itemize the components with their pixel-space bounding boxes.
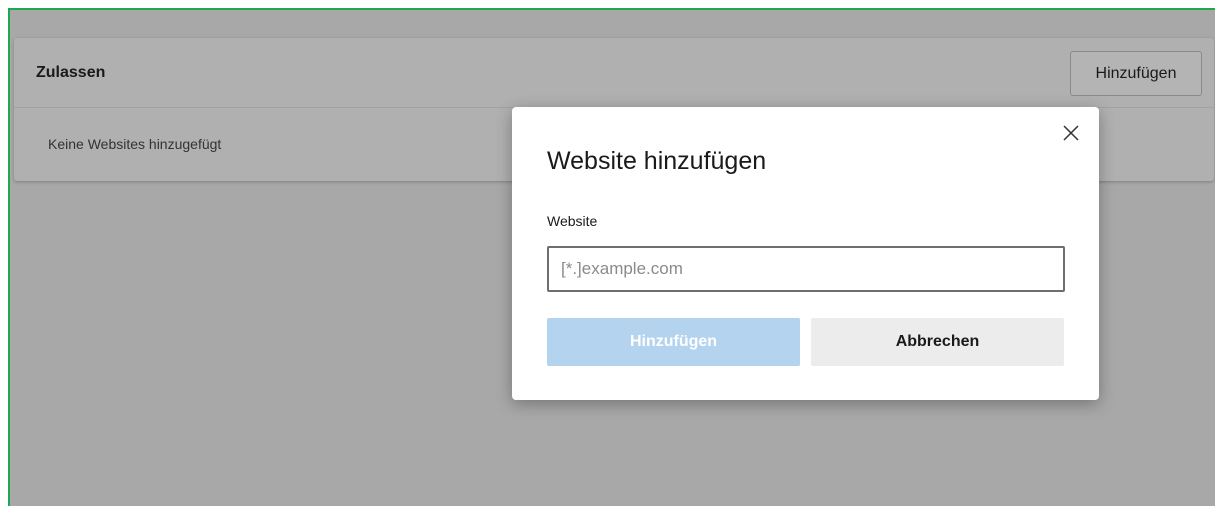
cancel-button[interactable]: Abbrechen	[811, 318, 1064, 366]
confirm-add-button[interactable]: Hinzufügen	[547, 318, 800, 366]
add-site-button[interactable]: Hinzufügen	[1070, 51, 1202, 96]
empty-list-text: Keine Websites hinzugefügt	[48, 136, 222, 152]
close-icon	[1063, 125, 1079, 141]
add-website-dialog: Website hinzufügen Website Hinzufügen Ab…	[512, 107, 1099, 400]
close-button[interactable]	[1057, 119, 1085, 147]
website-input[interactable]	[547, 246, 1065, 292]
page-top	[0, 0, 1215, 8]
allow-section-header: Zulassen Hinzufügen	[14, 38, 1214, 108]
allow-section-title: Zulassen	[36, 64, 106, 81]
dialog-title: Website hinzufügen	[547, 147, 767, 175]
website-field-label: Website	[547, 213, 598, 229]
